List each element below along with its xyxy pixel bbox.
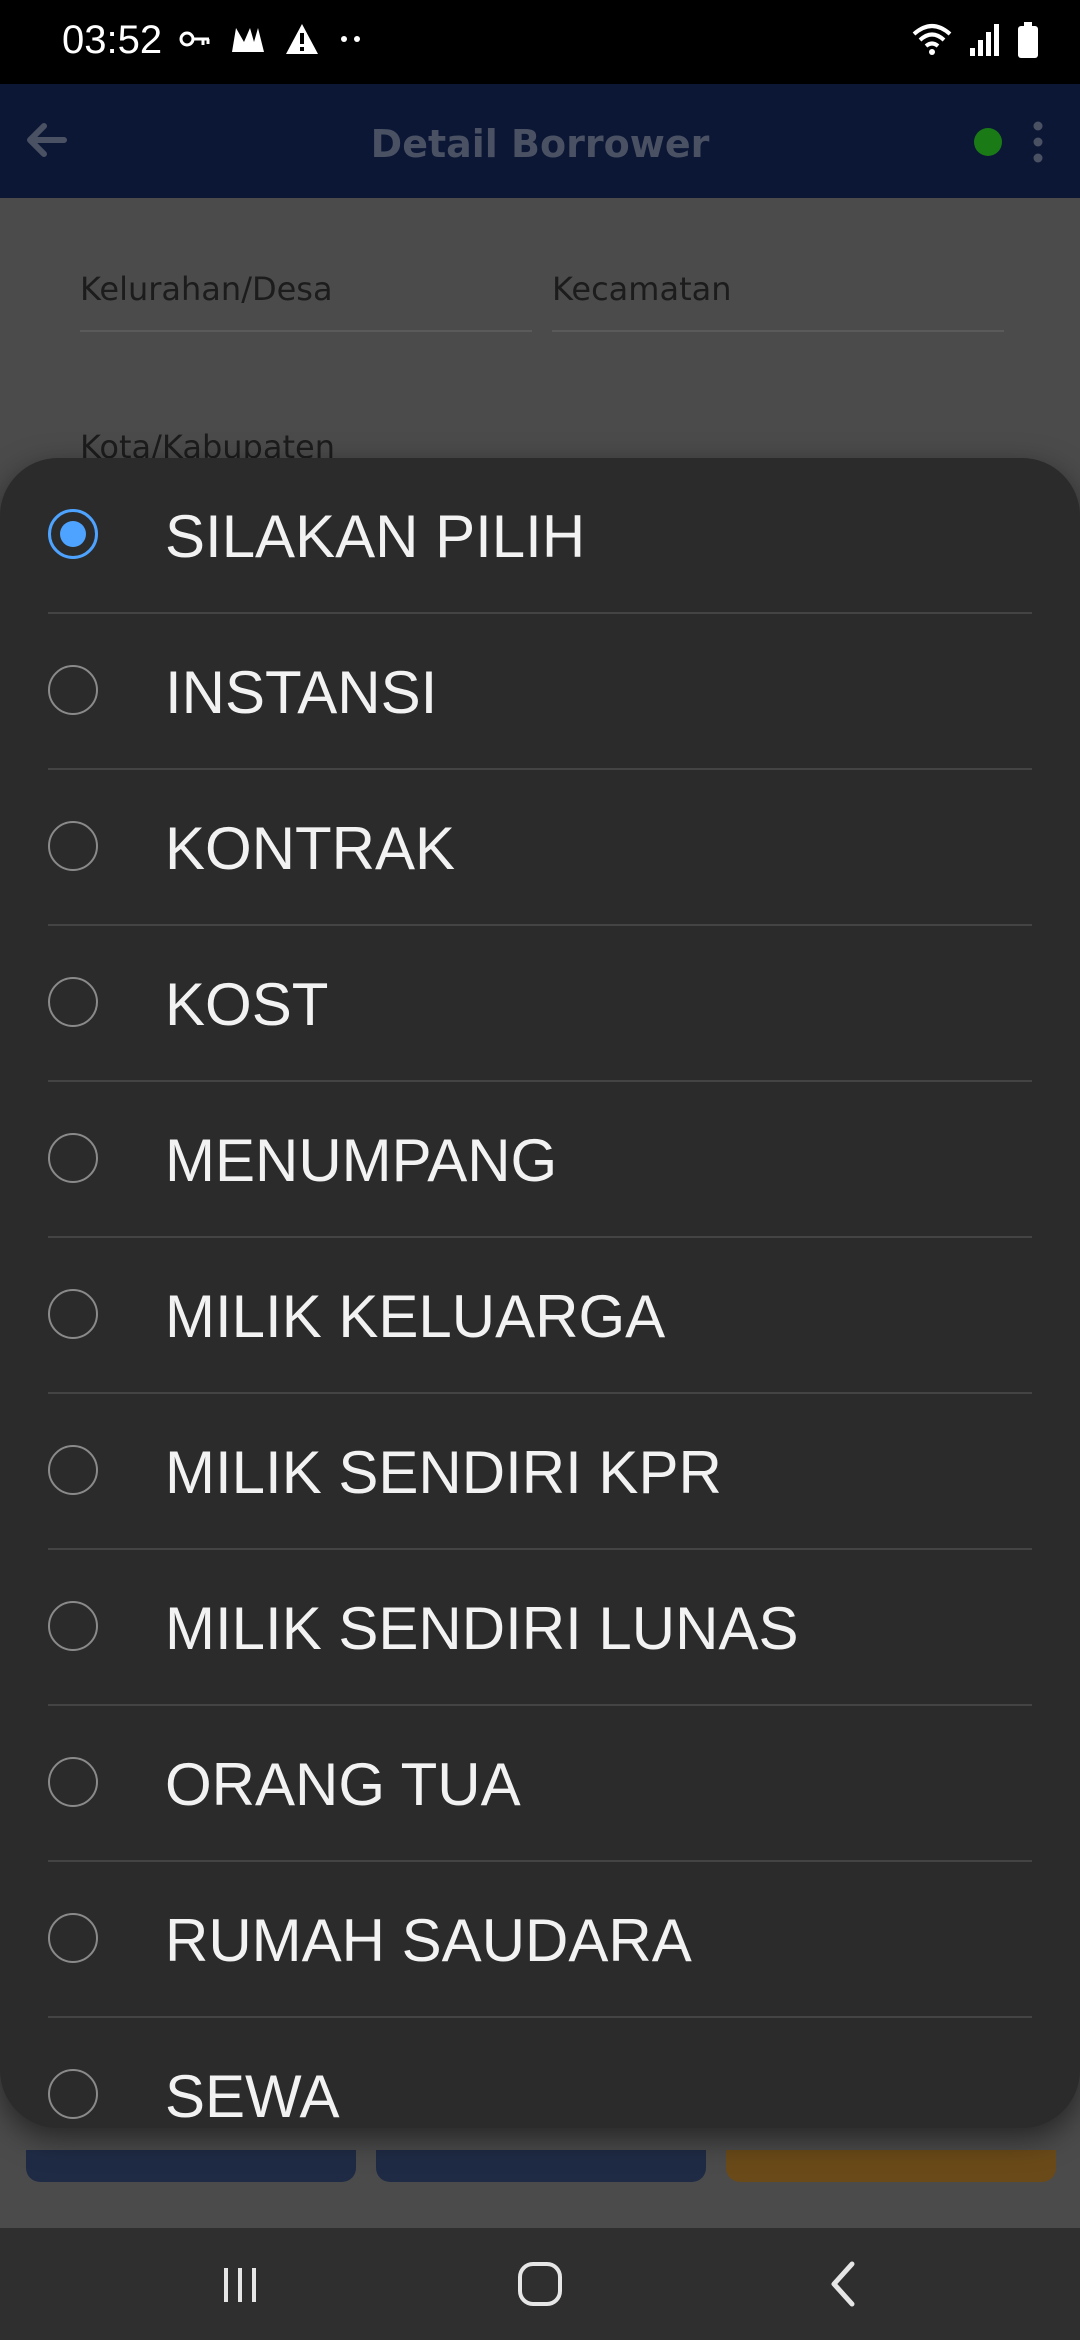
signal-icon (970, 24, 999, 56)
radio-option-label: KOST (165, 971, 329, 1038)
radio-option[interactable]: ORANG TUA (48, 1706, 1032, 1862)
navigation-bar (0, 2228, 1080, 2340)
status-icons-right (910, 20, 1040, 60)
radio-option-label: SILAKAN PILIH (165, 503, 586, 570)
selection-dialog: SILAKAN PILIH INSTANSI KONTRAK KOST MENUMPAN… (0, 458, 1080, 2128)
radio-button[interactable] (48, 1445, 98, 1495)
bottom-button-2[interactable] (376, 2150, 706, 2182)
kecamatan-field-label[interactable]: Kecamatan (552, 270, 732, 308)
status-bar: 03:52 (0, 0, 1080, 84)
page-title: Detail Borrower (370, 122, 710, 166)
back-icon[interactable] (814, 2254, 874, 2314)
radio-option[interactable]: MILIK SENDIRI KPR (48, 1394, 1032, 1550)
status-icons-left (178, 22, 364, 56)
radio-option-label: MENUMPANG (165, 1127, 558, 1194)
radio-option[interactable]: SEWA (48, 2018, 1032, 2128)
radio-button[interactable] (48, 977, 98, 1027)
radio-option-label: MILIK KELUARGA (165, 1283, 666, 1350)
status-time: 03:52 (62, 18, 163, 62)
key-icon (179, 31, 210, 47)
radio-option-label: INSTANSI (165, 659, 438, 726)
radio-option[interactable]: MENUMPANG (48, 1082, 1032, 1238)
bottom-button-3[interactable] (726, 2150, 1056, 2182)
radio-button-checked[interactable] (48, 509, 98, 559)
radio-option-label: RUMAH SAUDARA (165, 1907, 692, 1974)
m-logo-icon (232, 28, 264, 52)
radio-button[interactable] (48, 2069, 98, 2119)
radio-option-label: MILIK SENDIRI KPR (165, 1439, 722, 1506)
radio-option-label: ORANG TUA (165, 1751, 521, 1818)
radio-option[interactable]: RUMAH SAUDARA (48, 1862, 1032, 2018)
more-dots-icon (341, 36, 360, 42)
more-vert-icon[interactable] (1030, 120, 1046, 164)
radio-button[interactable] (48, 821, 98, 871)
battery-icon (1018, 22, 1038, 58)
home-icon[interactable] (510, 2254, 570, 2314)
radio-option[interactable]: KOST (48, 926, 1032, 1082)
status-dot (974, 128, 1002, 156)
radio-button[interactable] (48, 1289, 98, 1339)
kelurahan-underline (80, 330, 532, 332)
radio-button[interactable] (48, 665, 98, 715)
kecamatan-underline (552, 330, 1004, 332)
radio-option[interactable]: MILIK KELUARGA (48, 1238, 1032, 1394)
radio-option-label: SEWA (165, 2063, 340, 2128)
radio-button[interactable] (48, 1913, 98, 1963)
bottom-button-1[interactable] (26, 2150, 356, 2182)
radio-option[interactable]: KONTRAK (48, 770, 1032, 926)
radio-button[interactable] (48, 1601, 98, 1651)
radio-option-label: MILIK SENDIRI LUNAS (165, 1595, 799, 1662)
recents-icon[interactable] (210, 2254, 270, 2314)
warning-icon (286, 24, 318, 54)
kelurahan-field-label[interactable]: Kelurahan/Desa (80, 270, 333, 308)
radio-option[interactable]: SILAKAN PILIH (48, 458, 1032, 614)
radio-option-label: KONTRAK (165, 815, 456, 882)
screen: 03:52 Detail Borrower Kelurahan/Desa Kec… (0, 0, 1080, 2340)
app-bar: Detail Borrower (0, 84, 1080, 198)
radio-button[interactable] (48, 1757, 98, 1807)
radio-option[interactable]: INSTANSI (48, 614, 1032, 770)
radio-option[interactable]: MILIK SENDIRI LUNAS (48, 1550, 1032, 1706)
wifi-icon (912, 24, 952, 55)
radio-button[interactable] (48, 1133, 98, 1183)
